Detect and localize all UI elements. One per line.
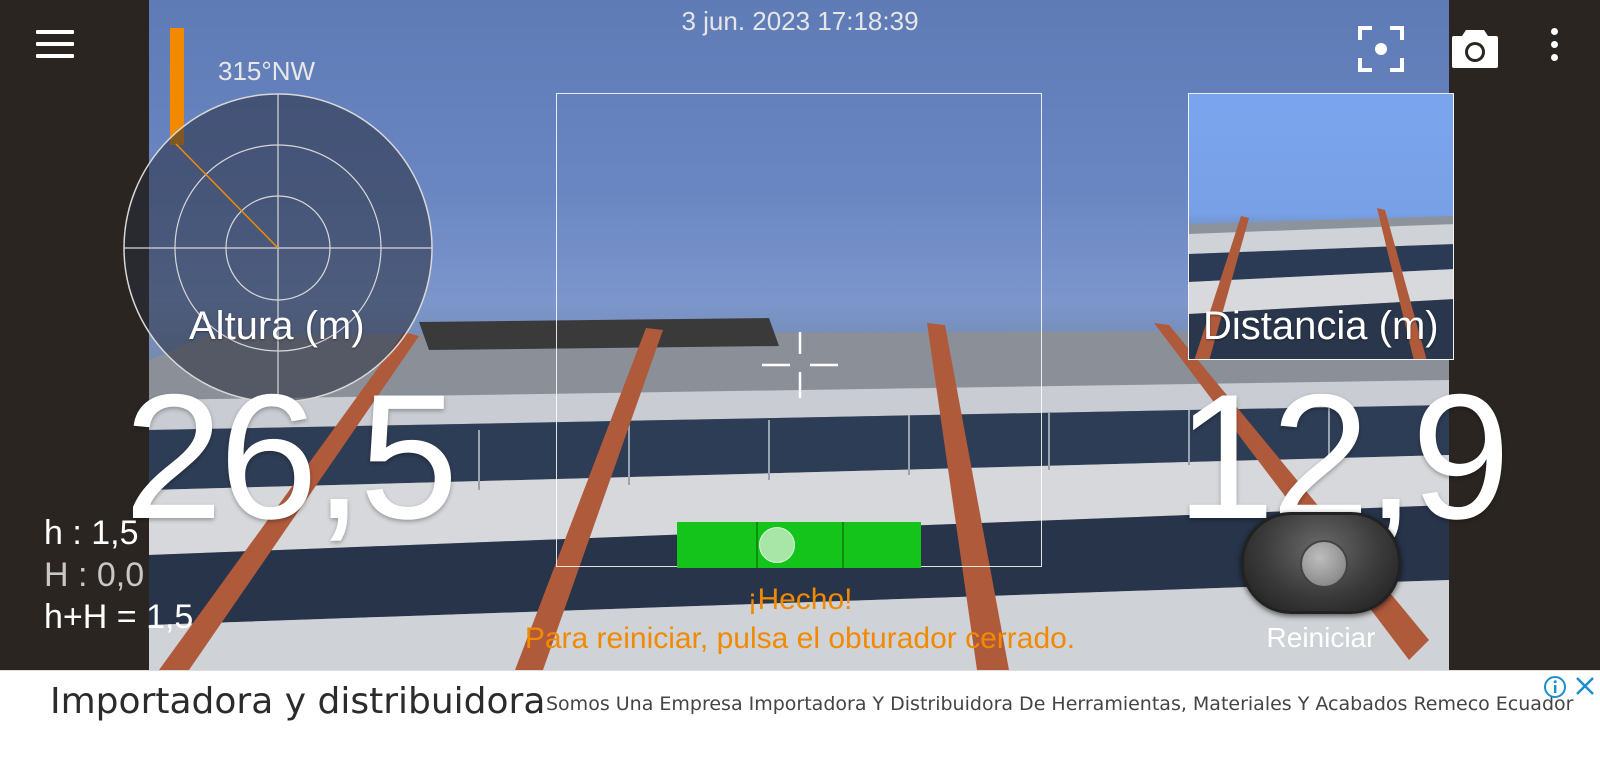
ad-banner[interactable]: Importadora y distribuidora Somos Una Em… — [0, 670, 1600, 764]
compass-heading: 315°NW — [218, 56, 316, 86]
level-bubble — [759, 527, 795, 563]
crosshair-icon — [760, 330, 840, 400]
bubble-level — [677, 522, 921, 568]
reset-label: Reiniciar — [1266, 622, 1376, 653]
more-vert-icon[interactable] — [1544, 28, 1564, 68]
right-side-bar — [1449, 0, 1600, 670]
shutter-knob — [1300, 540, 1348, 588]
ad-title[interactable]: Importadora y distribuidora — [50, 681, 545, 722]
shutter-button[interactable] — [1241, 512, 1401, 614]
focus-target-icon[interactable] — [1358, 26, 1404, 72]
info-icon[interactable] — [1543, 675, 1567, 699]
height-value: 26,5 — [124, 357, 458, 556]
height-label: Altura (m) — [189, 304, 365, 348]
camera-icon[interactable] — [1450, 26, 1500, 70]
distance-label: Distancia (m) — [1203, 304, 1439, 348]
ad-description[interactable]: Somos Una Empresa Importadora Y Distribu… — [546, 693, 1573, 715]
level-tick — [756, 522, 758, 568]
close-icon[interactable] — [1574, 675, 1596, 697]
observer-height-stat: h : 1,5 — [44, 514, 139, 552]
level-tick — [842, 522, 844, 568]
